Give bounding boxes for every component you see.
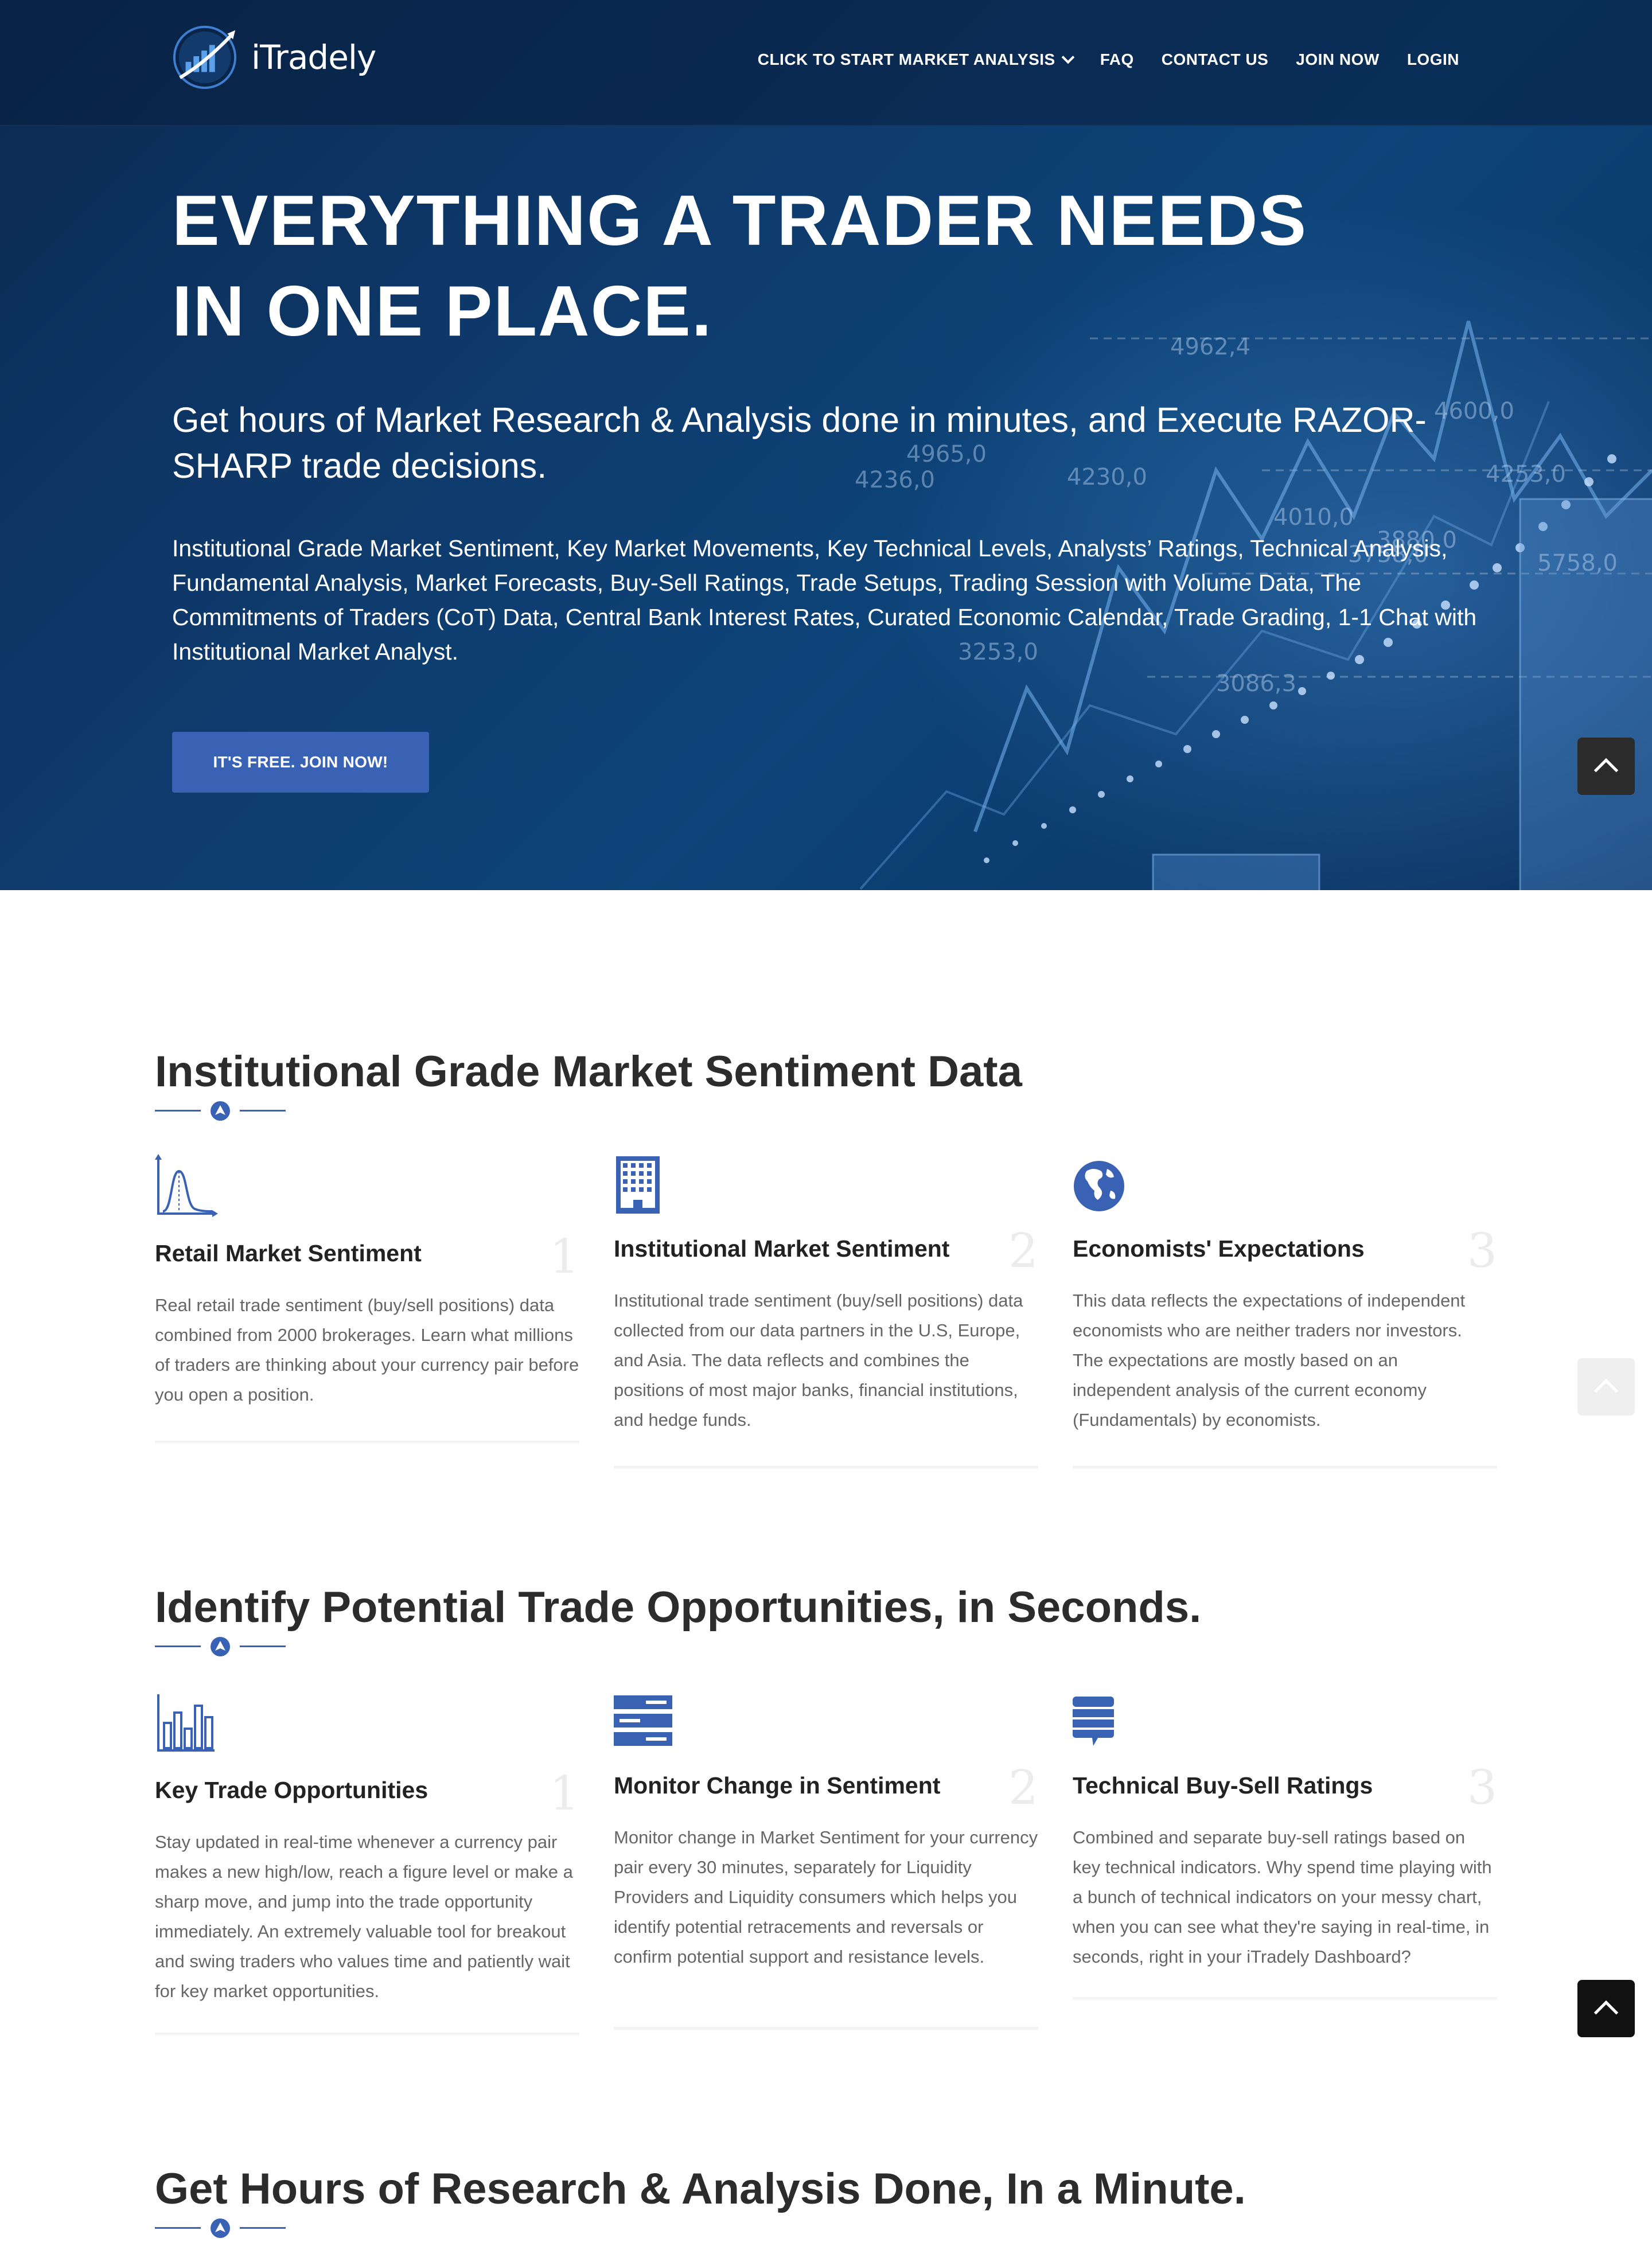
hero-section: 4962,4 4600,0 4253,0 4965,0 4230,0 4236,… [0, 0, 1652, 890]
feature-card-economists-expectations: 3 Economists' Expectations This data ref… [1073, 1154, 1497, 1475]
section-title-sentiment: Institutional Grade Market Sentiment Dat… [155, 1047, 1022, 1096]
nav-market-analysis[interactable]: CLICK TO START MARKET ANALYSIS [757, 50, 1075, 69]
chat-list-icon [1073, 1697, 1114, 1746]
card-divider [614, 2027, 1038, 2030]
site-logo[interactable]: iTradely [171, 23, 376, 92]
top-navigation-bar: iTradely CLICK TO START MARKET ANALYSIS … [0, 0, 1652, 126]
card-title: Institutional Market Sentiment [614, 1235, 950, 1262]
section-divider [155, 1099, 287, 1122]
section-title-research: Get Hours of Research & Analysis Done, I… [155, 2165, 1246, 2213]
server-list-icon [614, 1695, 672, 1746]
hero-chart-number: 3086,3 [1216, 670, 1296, 697]
chevron-down-icon [1061, 50, 1075, 64]
main-nav: CLICK TO START MARKET ANALYSIS FAQ CONTA… [758, 50, 1459, 69]
card-number: 2 [1008, 1761, 1038, 1815]
chevron-up-icon [1593, 758, 1619, 783]
section-title-trade-opportunities: Identify Potential Trade Opportunities, … [155, 1583, 1202, 1632]
divider-emblem-icon [211, 1637, 230, 1656]
card-number: 2 [1008, 1224, 1038, 1278]
section-divider [155, 1635, 287, 1658]
nav-login[interactable]: LOGIN [1407, 50, 1459, 69]
hero-title: EVERYTHING A TRADER NEEDS IN ONE PLACE. [172, 176, 1377, 357]
scroll-to-top-button[interactable] [1577, 738, 1635, 795]
hero-chart-number: 5758,0 [1537, 550, 1618, 576]
scroll-to-top-button-faded[interactable] [1577, 1358, 1635, 1416]
feature-card-retail-sentiment: 1 Retail Market Sentiment Real retail tr… [155, 1154, 579, 1446]
card-number: 1 [549, 1767, 579, 1821]
feature-card-technical-ratings: 3 Technical Buy-Sell Ratings Combined an… [1073, 1691, 1497, 2012]
card-description: This data reflects the expectations of i… [1073, 1290, 1466, 1430]
hero-title-line-2: IN ONE PLACE. [172, 272, 713, 351]
feature-card-key-trade-opportunities: 1 Key Trade Opportunities Stay updated i… [155, 1691, 579, 2041]
card-description: Institutional trade sentiment (buy/sell … [614, 1290, 1023, 1430]
card-number: 3 [1467, 1761, 1497, 1815]
card-divider [155, 2033, 579, 2036]
card-description: Stay updated in real-time whenever a cur… [155, 1832, 573, 2001]
nav-market-analysis-label: CLICK TO START MARKET ANALYSIS [757, 50, 1055, 68]
hero-chart-number: 4253,0 [1486, 461, 1566, 488]
card-divider [1073, 1466, 1497, 1469]
globe-icon [1074, 1161, 1124, 1211]
card-divider [155, 1441, 579, 1444]
card-description: Real retail trade sentiment (buy/sell po… [155, 1295, 579, 1405]
card-title: Economists' Expectations [1073, 1235, 1365, 1262]
card-number: 3 [1467, 1224, 1497, 1278]
join-now-cta-button[interactable]: IT'S FREE. JOIN NOW! [172, 732, 429, 793]
feature-card-monitor-sentiment: 2 Monitor Change in Sentiment Monitor ch… [614, 1691, 1038, 2041]
card-description: Combined and separate buy-sell ratings b… [1073, 1827, 1492, 1967]
divider-emblem-icon [211, 2218, 230, 2238]
logo-chart-icon [173, 25, 237, 89]
office-building-icon [616, 1156, 660, 1214]
card-divider [1073, 1997, 1497, 2001]
card-title: Monitor Change in Sentiment [614, 1772, 941, 1799]
divider-emblem-icon [211, 1101, 230, 1121]
nav-join-now[interactable]: JOIN NOW [1296, 50, 1380, 69]
bar-chart-icon [157, 1694, 215, 1752]
logo-text: iTradely [251, 38, 376, 77]
nav-contact-us[interactable]: CONTACT US [1162, 50, 1268, 69]
chevron-up-icon [1593, 2000, 1619, 2025]
section-divider [155, 2216, 287, 2239]
card-description: Monitor change in Market Sentiment for y… [614, 1827, 1038, 1967]
hero-chart-number: 4010,0 [1273, 504, 1354, 531]
chevron-up-icon [1593, 1378, 1619, 1403]
card-divider [614, 1466, 1038, 1469]
scroll-to-top-button-dark[interactable] [1577, 1980, 1635, 2037]
card-title: Retail Market Sentiment [155, 1240, 422, 1266]
hero-title-line-1: EVERYTHING A TRADER NEEDS [172, 181, 1308, 260]
bell-curve-chart-icon [155, 1154, 218, 1217]
nav-faq[interactable]: FAQ [1100, 50, 1134, 69]
feature-card-institutional-sentiment: 2 Institutional Market Sentiment Institu… [614, 1154, 1038, 1475]
card-title: Key Trade Opportunities [155, 1777, 428, 1803]
hero-subtitle: Get hours of Market Research & Analysis … [172, 400, 1427, 485]
card-title: Technical Buy-Sell Ratings [1073, 1772, 1373, 1799]
hero-feature-list: Institutional Grade Market Sentiment, Ke… [172, 535, 1477, 665]
card-number: 1 [549, 1230, 579, 1284]
